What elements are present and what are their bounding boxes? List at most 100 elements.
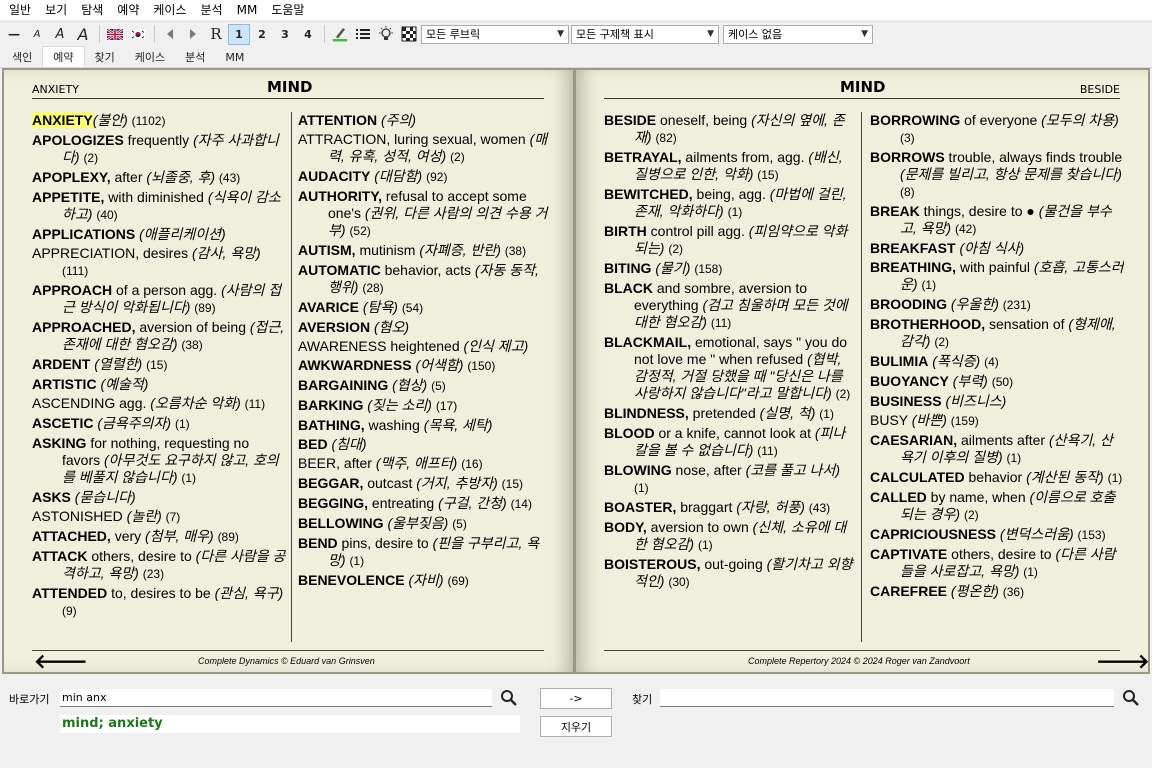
tab-book[interactable]: 예약: [42, 46, 85, 67]
next-page-arrow-icon[interactable]: 🡒: [1096, 651, 1150, 671]
menu-item[interactable]: 탐색: [74, 0, 110, 20]
rubric-entry[interactable]: BEND pins, desire to (핀을 구부리고, 욕망) (1): [298, 535, 552, 570]
menu-item[interactable]: 일반: [2, 0, 38, 20]
rubric-entry[interactable]: BITING (물기) (158): [604, 260, 858, 278]
menu-item[interactable]: 예약: [110, 0, 146, 20]
remedy-filter-select[interactable]: 모든 구제책 표시 ▼: [571, 24, 719, 44]
previous-page-arrow-icon[interactable]: 🡐: [34, 651, 88, 671]
rubric-entry[interactable]: APOLOGIZES frequently (자주 사과합니다) (2): [32, 132, 286, 167]
level-2-button[interactable]: 2: [251, 24, 273, 45]
rubric-entry[interactable]: BREAK things, desire to ● (물건을 부수고, 욕망) …: [870, 203, 1124, 238]
rubric-entry[interactable]: AUTISM, mutinism (자폐증, 반란) (38): [298, 242, 552, 260]
rubric-entry[interactable]: BLACK and sombre, aversion to everything…: [604, 280, 858, 332]
font-small-button[interactable]: A: [26, 24, 48, 45]
tab-case[interactable]: 케이스: [125, 48, 175, 67]
rubric-entry[interactable]: BLACKMAIL, emotional, says " you do not …: [604, 334, 858, 403]
level-1-button[interactable]: 1: [228, 23, 250, 45]
rubric-entry[interactable]: BEWITCHED, being, agg. (마법에 걸린, 존재, 악화하다…: [604, 186, 858, 221]
rubric-entry[interactable]: ATTENDED to, desires to be (관심, 욕구) (9): [32, 585, 286, 620]
go-button[interactable]: ->: [540, 688, 612, 709]
rubric-entry[interactable]: CALCULATED behavior (계산된 동작) (1): [870, 469, 1124, 487]
rubric-entry[interactable]: BLINDNESS, pretended (실명, 척) (1): [604, 405, 858, 423]
rubric-entry[interactable]: BATHING, washing (목욕, 세탁): [298, 417, 552, 434]
menu-item[interactable]: 도움말: [264, 0, 311, 20]
rubric-entry[interactable]: ATTENTION (주의): [298, 112, 552, 129]
grid-icon[interactable]: [398, 24, 420, 45]
rubric-entry[interactable]: APPLICATIONS (애플리케이션): [32, 226, 286, 243]
highlighter-icon[interactable]: [329, 24, 351, 45]
rubric-entry[interactable]: BODY, aversion to own (신체, 소유에 대한 혐오감) (…: [604, 519, 858, 554]
rubric-entry[interactable]: ATTACK others, desire to (다른 사람을 공격하고, 욕…: [32, 548, 286, 583]
rubric-entry[interactable]: BUSINESS (비즈니스): [870, 393, 1124, 410]
rubric-entry[interactable]: BELLOWING (울부짖음) (5): [298, 515, 552, 533]
rubric-entry[interactable]: AVERSION (혐오): [298, 319, 552, 336]
find-input[interactable]: [660, 689, 1114, 707]
rubric-entry[interactable]: CAESARIAN, ailments after (산욕기, 산욕기 이후의 …: [870, 432, 1124, 467]
rubric-entry[interactable]: CAPTIVATE others, desire to (다른 사람들을 사로잡…: [870, 546, 1124, 581]
rubric-entry[interactable]: CAREFREE (평온한) (36): [870, 583, 1124, 601]
rubric-entry[interactable]: APPROACH of a person agg. (사람의 접근 방식이 악화…: [32, 282, 286, 317]
rubric-entry[interactable]: ASCETIC (금욕주의자) (1): [32, 415, 286, 433]
rubric-entry[interactable]: AUDACITY (대담함) (92): [298, 168, 552, 186]
rubric-entry[interactable]: APPROACHED, aversion of being (접근, 존재에 대…: [32, 319, 286, 354]
rubric-entry[interactable]: APPRECIATION, desires (감사, 욕망) (111): [32, 245, 286, 280]
list-icon[interactable]: [352, 24, 374, 45]
lightbulb-icon[interactable]: [375, 24, 397, 45]
menu-item[interactable]: 분석: [194, 0, 230, 20]
font-medium-button[interactable]: A: [49, 24, 71, 45]
rubric-entry[interactable]: ASCENDING agg. (오름차순 악화) (11): [32, 395, 286, 413]
rubric-entry[interactable]: CAPRICIOUSNESS (변덕스러움) (153): [870, 526, 1124, 544]
rubric-entry[interactable]: BUOYANCY (부력) (50): [870, 373, 1124, 391]
rubric-entry[interactable]: BORROWING of everyone (모두의 차용) (3): [870, 112, 1124, 147]
rubric-entry[interactable]: BENEVOLENCE (자비) (69): [298, 572, 552, 590]
rubric-entry[interactable]: BOASTER, braggart (자랑, 허풍) (43): [604, 499, 858, 517]
tab-find[interactable]: 찾기: [85, 48, 125, 67]
menu-item[interactable]: MM: [230, 0, 265, 20]
remedy-r-button[interactable]: R: [205, 24, 227, 45]
rubric-entry[interactable]: AUTHORITY, refusal to accept some one's …: [298, 188, 552, 240]
tab-index[interactable]: 색인: [2, 48, 42, 67]
rubric-entry[interactable]: AWARENESS heightened (인식 제고): [298, 338, 552, 355]
korea-flag-icon[interactable]: [127, 24, 149, 45]
rubric-entry[interactable]: ARTISTIC (예술적): [32, 376, 286, 393]
rubric-entry[interactable]: BROTHERHOOD, sensation of (형제애, 감각) (2): [870, 316, 1124, 351]
rubric-entry[interactable]: BIRTH control pill agg. (피임약으로 악화되는) (2): [604, 223, 858, 258]
rubric-entry[interactable]: BROODING (우울한) (231): [870, 296, 1124, 314]
rubric-entry[interactable]: AUTOMATIC behavior, acts (자동 동작, 행위) (28…: [298, 262, 552, 297]
rubric-entry[interactable]: ASTONISHED (놀란) (7): [32, 508, 286, 526]
level-3-button[interactable]: 3: [274, 24, 296, 45]
rubric-entry[interactable]: ANXIETY(불안) (1102): [32, 112, 286, 130]
back-arrow-icon[interactable]: [159, 24, 181, 45]
goto-search-icon[interactable]: [500, 689, 518, 707]
rubric-entry[interactable]: ARDENT (열렬한) (15): [32, 356, 286, 374]
rubric-entry[interactable]: BREATHING, with painful (호흡, 고통스러운) (1): [870, 259, 1124, 294]
rubric-entry[interactable]: BARGAINING (협상) (5): [298, 377, 552, 395]
rubric-entry[interactable]: BOISTEROUS, out-going (활기차고 외향적인) (30): [604, 556, 858, 591]
rubric-entry[interactable]: BEGGAR, outcast (거지, 추방자) (15): [298, 475, 552, 493]
rubric-entry[interactable]: AWKWARDNESS (어색함) (150): [298, 357, 552, 375]
size-dash-button[interactable]: —: [3, 24, 25, 45]
case-select[interactable]: 케이스 없음 ▼: [723, 24, 873, 44]
rubric-entry[interactable]: ATTRACTION, luring sexual, women (매력, 유혹…: [298, 131, 552, 166]
goto-result[interactable]: mind; anxiety: [60, 715, 520, 733]
rubric-entry[interactable]: BLOOD or a knife, cannot look at (피나 칼을 …: [604, 425, 858, 460]
rubric-entry[interactable]: BED (침대): [298, 436, 552, 453]
rubric-entry[interactable]: APPETITE, with diminished (식욕이 감소하고) (40…: [32, 189, 286, 224]
goto-input[interactable]: min anx: [60, 689, 492, 707]
font-large-button[interactable]: A: [72, 24, 94, 45]
rubric-entry[interactable]: BUSY (바쁜) (159): [870, 412, 1124, 430]
rubric-filter-select[interactable]: 모든 루브릭 ▼: [421, 24, 569, 44]
rubric-entry[interactable]: APOPLEXY, after (뇌졸중, 후) (43): [32, 169, 286, 187]
clear-button[interactable]: 지우기: [540, 716, 612, 737]
rubric-entry[interactable]: BORROWS trouble, always finds trouble (문…: [870, 149, 1124, 201]
find-search-icon[interactable]: [1122, 689, 1140, 707]
rubric-entry[interactable]: AVARICE (탐욕) (54): [298, 299, 552, 317]
rubric-entry[interactable]: BREAKFAST (아침 식사): [870, 240, 1124, 257]
tab-mm[interactable]: MM: [215, 48, 254, 67]
rubric-entry[interactable]: BESIDE oneself, being (자신의 옆에, 존재) (82): [604, 112, 858, 147]
level-4-button[interactable]: 4: [297, 24, 319, 45]
tab-analysis[interactable]: 분석: [175, 48, 215, 67]
forward-arrow-icon[interactable]: [182, 24, 204, 45]
rubric-entry[interactable]: BARKING (짖는 소리) (17): [298, 397, 552, 415]
rubric-entry[interactable]: ATTACHED, very (첨부, 매우) (89): [32, 528, 286, 546]
